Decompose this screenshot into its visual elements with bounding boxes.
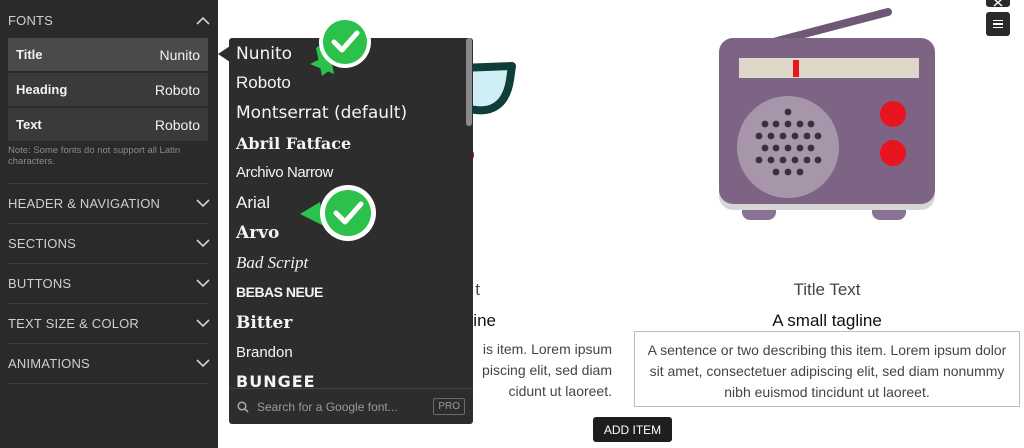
section-label: HEADER & NAVIGATION (8, 195, 161, 211)
font-option[interactable]: Brandon (236, 344, 293, 361)
font-option[interactable]: Arvo (236, 223, 279, 243)
section-header-text-size-color[interactable]: TEXT SIZE & COLOR (0, 303, 218, 343)
menu-line (993, 23, 1003, 25)
chevron-down-icon (196, 356, 210, 370)
item-title[interactable]: Title Text (634, 280, 1020, 300)
font-option[interactable]: Abril Fatface (236, 134, 351, 153)
radio-illustration (719, 8, 935, 220)
pro-badge: PRO (433, 398, 465, 415)
font-search-bar: PRO (229, 388, 473, 424)
menu-line (993, 26, 1003, 29)
font-row-text[interactable]: Text Roboto (8, 108, 208, 141)
section-header-navigation[interactable]: HEADER & NAVIGATION (0, 183, 218, 223)
font-support-note: Note: Some fonts do not support all Lati… (8, 145, 181, 167)
close-button[interactable] (986, 0, 1010, 7)
section-header-animations[interactable]: ANIMATIONS (0, 343, 218, 383)
menu-line (993, 19, 1003, 22)
font-option[interactable]: Bitter (236, 313, 292, 333)
font-row-value: Roboto (154, 116, 200, 133)
close-icon (993, 0, 1003, 7)
font-option[interactable]: Roboto (236, 73, 291, 93)
section-label: BUTTONS (8, 275, 72, 291)
font-option[interactable]: Arial (236, 193, 270, 213)
hamburger-menu-button[interactable] (986, 12, 1010, 36)
font-row-value: Roboto (154, 81, 200, 98)
font-search-input[interactable] (255, 398, 434, 415)
item-tagline[interactable]: A small tagline (634, 311, 1020, 331)
fonts-section-header[interactable]: FONTS (0, 0, 218, 40)
font-row-label: Title (16, 47, 43, 62)
add-item-button[interactable]: ADD ITEM (593, 417, 672, 442)
chevron-down-icon (196, 196, 210, 210)
settings-sidebar: FONTS Title Nunito Heading Roboto Text R… (0, 0, 218, 448)
font-option[interactable]: Bad Script (236, 253, 308, 273)
chevron-down-icon (196, 316, 210, 330)
font-option[interactable]: Archivo Narrow (236, 164, 333, 181)
section-header-buttons[interactable]: BUTTONS (0, 263, 218, 303)
section-header-sections[interactable]: SECTIONS (0, 223, 218, 263)
chevron-down-icon (196, 236, 210, 250)
font-row-title[interactable]: Title Nunito (8, 38, 208, 71)
divider (8, 383, 208, 384)
section-label: SECTIONS (8, 235, 77, 251)
font-row-heading[interactable]: Heading Roboto (8, 73, 208, 106)
search-icon (237, 400, 249, 413)
check-badge-icon (310, 16, 371, 76)
font-option[interactable]: BUNGEE (236, 372, 316, 388)
chevron-down-icon (196, 276, 210, 290)
chevron-up-icon (196, 13, 210, 27)
font-option[interactable]: BEBAS NEUE (236, 284, 323, 300)
item-description-box[interactable]: A sentence or two describing this item. … (634, 331, 1020, 407)
section-label: ANIMATIONS (8, 355, 90, 371)
font-row-label: Heading (16, 82, 68, 97)
font-row-value: Nunito (159, 46, 200, 63)
dropdown-scrollbar[interactable] (466, 38, 472, 126)
item-description: A sentence or two describing this item. … (647, 342, 1007, 400)
fonts-section-label: FONTS (8, 12, 54, 28)
check-badge-icon (300, 185, 376, 241)
font-option[interactable]: Montserrat (default) (236, 103, 407, 123)
section-label: TEXT SIZE & COLOR (8, 315, 140, 331)
font-option[interactable]: Nunito (236, 44, 292, 64)
font-row-label: Text (16, 117, 42, 132)
